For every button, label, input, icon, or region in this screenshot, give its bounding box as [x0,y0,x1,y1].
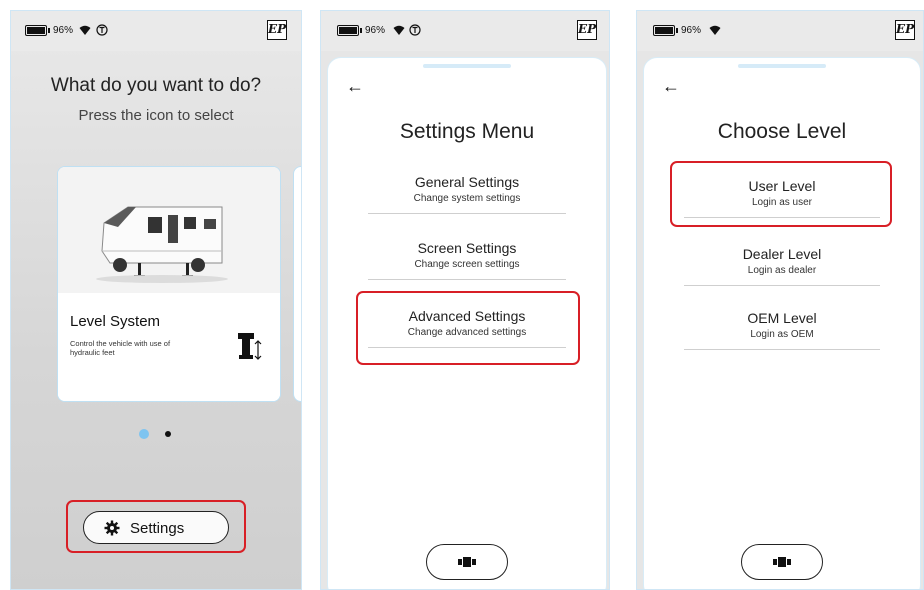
menu-item-title: OEM Level [747,310,817,326]
battery-icon [653,25,678,36]
menu-item-subtitle: Change screen settings [414,259,520,270]
status-circle-icon [96,24,108,36]
menu-item-subtitle: Login as OEM [750,329,814,340]
menu-item-screen-settings[interactable]: Screen Settings Change screen settings [368,240,566,280]
leveling-button[interactable] [426,544,508,580]
wifi-icon [393,25,405,35]
ep-logo: EP [267,20,287,40]
next-card-peek[interactable] [293,166,301,402]
battery-icon [337,25,362,36]
status-bar: 96% EP [11,11,301,51]
camper-van-image [58,167,280,293]
leveling-icon [773,557,791,567]
card-description: Control the vehicle with use of hydrauli… [70,339,171,357]
menu-item-title: Dealer Level [742,246,822,262]
settings-button-label: Settings [130,520,185,537]
sheet-handle[interactable] [423,64,511,68]
menu-item-title: Screen Settings [417,240,517,256]
leveling-icon [458,557,476,567]
menu-item-title: General Settings [414,174,520,190]
phone-screen-settings: 96% EP ← Settings Menu General Settings … [320,10,610,590]
menu-item-subtitle: Change system settings [413,193,521,204]
battery-icon [25,25,50,36]
card-title: Level System [70,313,161,330]
battery-percent: 96% [53,25,74,36]
ep-logo: EP [577,20,597,40]
phone-screen-choose-level: 96% EP ← Choose Level User Level Login a… [636,10,924,590]
sheet-handle[interactable] [738,64,826,68]
status-bar: 96% EP [321,11,609,51]
hydraulic-foot-icon [238,333,262,360]
back-arrow-icon[interactable]: ← [346,76,364,97]
highlight-frame [356,291,580,365]
status-circle-icon [409,24,421,36]
page-title: Settings Menu [399,120,535,143]
phone-screen-home: 96% EP What do you want to do? Press the… [10,10,302,590]
menu-item-general-settings[interactable]: General Settings Change system settings [368,174,566,214]
page-title: What do you want to do? [50,75,262,96]
carousel-dot-2[interactable] [165,431,171,437]
gear-icon [104,520,120,536]
battery-percent: 96% [681,25,702,36]
ep-logo: EP [895,20,915,40]
menu-item-subtitle: Login as dealer [747,265,817,276]
menu-item-oem-level[interactable]: OEM Level Login as OEM [684,310,880,350]
status-bar: 96% EP [637,11,923,51]
battery-percent: 96% [365,25,386,36]
page-title: Choose Level [717,120,847,143]
menu-item-dealer-level[interactable]: Dealer Level Login as dealer [684,246,880,286]
settings-button[interactable]: Settings [83,511,229,544]
wifi-icon [709,25,721,35]
stage: 96% EP What do you want to do? Press the… [0,0,924,590]
choose-level-sheet: ← Choose Level User Level Login as user … [643,57,921,589]
back-arrow-icon[interactable]: ← [662,76,680,97]
level-system-card[interactable]: Level System Control the vehicle with us… [57,166,281,402]
wifi-icon [79,25,91,35]
leveling-button[interactable] [741,544,823,580]
highlight-frame [670,161,892,227]
carousel-dot-1[interactable] [139,429,149,439]
page-subtitle: Press the icon to select [78,107,234,124]
